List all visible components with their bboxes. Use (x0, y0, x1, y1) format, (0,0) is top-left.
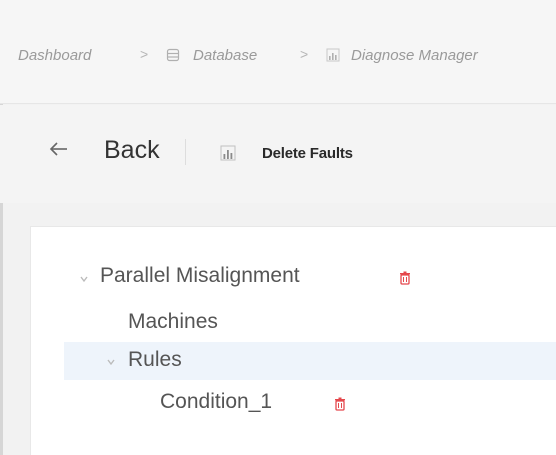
breadcrumb-separator: > (140, 46, 149, 62)
database-icon (166, 48, 180, 62)
header-divider (185, 139, 186, 165)
tree-node-condition-1[interactable]: Condition_1 (64, 384, 556, 422)
tree-node-label: Parallel Misalignment (100, 264, 300, 287)
app-frame: Dashboard > Database > Diagnose Manager … (0, 0, 556, 455)
tree-node-rules[interactable]: Rules (64, 342, 556, 380)
breadcrumb: Dashboard > Database > Diagnose Manager (0, 0, 556, 104)
tree-node-label: Condition_1 (160, 390, 273, 413)
chart-icon (220, 145, 236, 161)
breadcrumb-database[interactable]: Database (193, 47, 257, 64)
tree-node-label: Machines (128, 310, 218, 333)
chart-icon (326, 48, 340, 62)
back-button[interactable]: Back (104, 136, 160, 165)
page-title: Delete Faults (262, 145, 353, 162)
breadcrumb-diagnose-manager[interactable]: Diagnose Manager (351, 47, 478, 64)
tree-node-machines[interactable]: Machines (64, 302, 556, 340)
back-arrow-icon[interactable] (48, 138, 70, 160)
trash-icon[interactable] (399, 271, 411, 285)
tree-node-label: Rules (128, 348, 182, 371)
breadcrumb-separator: > (300, 46, 309, 62)
tree-node-parallel-misalignment[interactable]: Parallel Misalignment (64, 256, 556, 294)
chevron-down-icon[interactable] (79, 274, 89, 284)
breadcrumb-dashboard[interactable]: Dashboard (18, 47, 91, 64)
trash-icon[interactable] (334, 397, 346, 411)
chevron-down-icon[interactable] (106, 357, 116, 367)
